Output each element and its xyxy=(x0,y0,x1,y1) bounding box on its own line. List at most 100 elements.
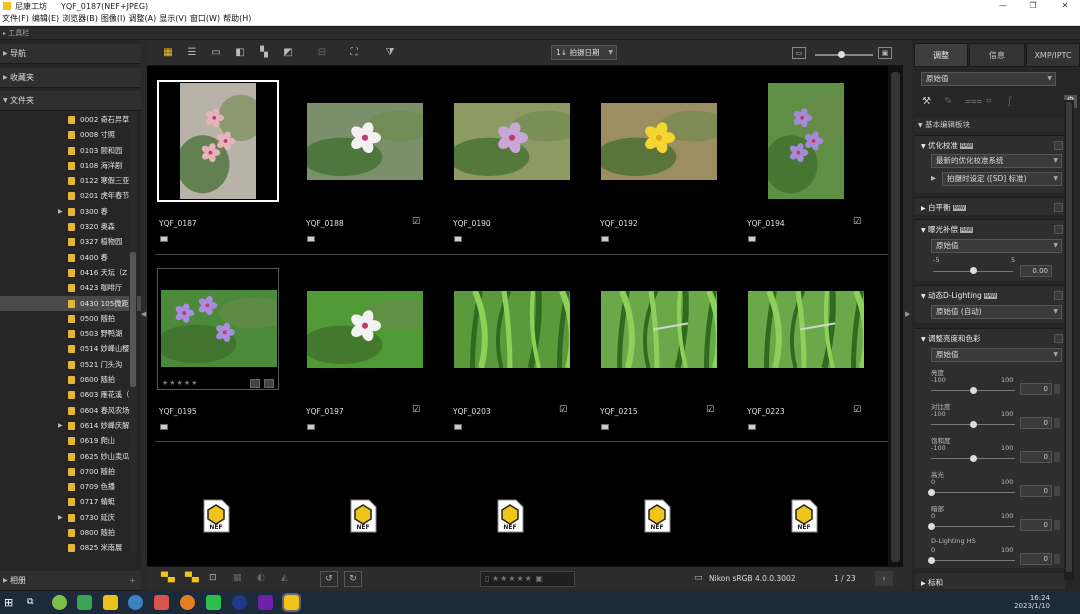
compare-layout-icon[interactable]: ⊟ xyxy=(315,46,329,60)
stepper-icon[interactable] xyxy=(1054,520,1060,530)
label-icon[interactable] xyxy=(264,379,274,388)
white-balance-checkbox[interactable] xyxy=(1054,203,1063,212)
scroll-thumb[interactable] xyxy=(1066,102,1072,572)
folder-item[interactable]: 0604 春风农场 xyxy=(0,403,141,418)
nef-file-icon[interactable]: NEF xyxy=(643,499,671,533)
folder-item[interactable]: ▶ 0730 延庆 xyxy=(0,510,141,525)
rating-stars[interactable]: ★★★★★ xyxy=(492,574,533,583)
menu-view[interactable]: 显示(V) xyxy=(159,13,187,24)
close-button[interactable]: ✕ xyxy=(1050,0,1080,12)
expand-icon[interactable]: ▶ xyxy=(58,510,63,525)
maximize-button[interactable]: ❐ xyxy=(1018,0,1048,12)
app-icon-2[interactable] xyxy=(77,595,92,610)
thumbnail-frame[interactable] xyxy=(451,80,573,202)
folder-app-icon[interactable] xyxy=(103,595,118,610)
right-splitter[interactable]: ▶ xyxy=(903,40,912,591)
stepper-icon[interactable] xyxy=(1054,384,1060,394)
folder-item[interactable]: 0400 春 xyxy=(0,250,141,265)
app-icon-5[interactable] xyxy=(258,595,273,610)
exposure-number[interactable]: 0.00 xyxy=(1020,265,1052,277)
thumbnail-cell[interactable]: YQF_0197 ☑ xyxy=(304,268,426,430)
single-view-icon[interactable]: ▭ xyxy=(209,46,223,60)
collapse-left-icon[interactable]: ◀ xyxy=(141,310,146,318)
rotate-left-icon[interactable]: ↺ xyxy=(320,571,338,587)
thumbnail-cell[interactable]: YQF_0188 ☑ xyxy=(304,80,426,242)
nef-file-icon[interactable]: NEF xyxy=(790,499,818,533)
stepper-icon[interactable] xyxy=(1054,418,1060,428)
tab-adjust[interactable]: 调整 xyxy=(914,43,968,67)
thumbnail-cell[interactable]: YQF_0194 ☑ xyxy=(745,80,867,242)
stack-icon[interactable] xyxy=(454,424,462,430)
tone-slider-number[interactable]: 0 xyxy=(1020,553,1052,565)
exposure-checkbox[interactable] xyxy=(1054,225,1063,234)
photo[interactable] xyxy=(307,290,423,368)
folder-item[interactable]: 0122 寒假三亚 xyxy=(0,173,141,188)
next-page-button[interactable]: › xyxy=(875,571,893,586)
app-icon-3[interactable] xyxy=(154,595,169,610)
tone-checkbox[interactable] xyxy=(1054,334,1063,343)
folder-item[interactable]: 0002 奇石异草 xyxy=(0,112,141,127)
collapse-right-icon[interactable]: ▶ xyxy=(905,310,910,318)
next-section-header[interactable]: ▶ 标和 xyxy=(921,577,943,588)
folder-item[interactable]: 0603 雁花溪（ xyxy=(0,387,141,402)
wechat-icon[interactable] xyxy=(206,595,221,610)
basic-section-header[interactable]: ▼ 基本编辑板块 xyxy=(915,118,1065,132)
browser-icon[interactable] xyxy=(128,595,143,610)
folder-item[interactable]: 0503 野鸭湖 xyxy=(0,326,141,341)
photo[interactable] xyxy=(454,102,570,180)
filmstrip-view-icon[interactable]: ◧ xyxy=(233,46,247,60)
nx-studio-icon[interactable] xyxy=(282,593,301,612)
menu-edit[interactable]: 编辑(E) xyxy=(32,13,59,24)
white-balance-header[interactable]: ▶ 白平衡 RAW xyxy=(921,202,966,213)
preset-select[interactable]: 原始值 ▼ xyxy=(921,72,1056,86)
thumbnail-cell[interactable]: ★★★★★ YQF_0195 xyxy=(157,268,279,430)
rating-control[interactable]: ▯ ★★★★★ ▣ xyxy=(480,571,575,587)
thumbnail-grid-icon[interactable]: ▦ xyxy=(161,46,175,60)
scroll-thumb[interactable] xyxy=(891,72,900,562)
favorites-header[interactable]: ▶ 收藏夹 xyxy=(0,68,141,88)
tone-slider-number[interactable]: 0 xyxy=(1020,383,1052,395)
picture-control-checkbox[interactable] xyxy=(1054,141,1063,150)
tone-slider-number[interactable]: 0 xyxy=(1020,417,1052,429)
photo[interactable] xyxy=(601,102,717,180)
exposure-header[interactable]: ▼ 曝光补偿 RAW xyxy=(921,224,974,235)
thumbnail-frame[interactable]: ★★★★★ xyxy=(157,268,279,390)
thumbnail-frame[interactable] xyxy=(598,80,720,202)
adl-checkbox[interactable] xyxy=(1054,291,1063,300)
sort-select[interactable]: 1↓ 拍摄日期 ▼ xyxy=(551,45,617,60)
stepper-icon[interactable] xyxy=(1054,486,1060,496)
folder-item[interactable]: 0514 妙峰山樱 xyxy=(0,341,141,356)
adjust-tool-icon[interactable]: ⚒ xyxy=(922,96,931,107)
folder-item[interactable]: 0717 蜻蜓 xyxy=(0,494,141,509)
label-color-set-icon[interactable]: ▀▄ xyxy=(185,573,199,583)
nef-file-icon[interactable]: NEF xyxy=(202,499,230,533)
tab-info[interactable]: 信息 xyxy=(969,43,1025,67)
thumbnail-frame[interactable] xyxy=(304,268,426,390)
minimize-button[interactable]: — xyxy=(988,0,1018,12)
folder-item[interactable]: 0709 色播 xyxy=(0,479,141,494)
thumbnail-cell[interactable]: YQF_0192 xyxy=(598,80,720,242)
menu-file[interactable]: 文件(F) xyxy=(2,13,29,24)
straighten-icon[interactable]: ⩶ xyxy=(965,96,982,107)
firefox-icon[interactable] xyxy=(180,595,195,610)
color-profile[interactable]: Nikon sRGB 4.0.0.3002 xyxy=(709,574,796,583)
nav-header[interactable]: ▶ 导航 xyxy=(0,44,141,64)
tone-slider-number[interactable]: 0 xyxy=(1020,485,1052,497)
photo[interactable] xyxy=(180,83,256,199)
stack-icon[interactable] xyxy=(601,236,609,242)
nef-file-icon[interactable]: NEF xyxy=(496,499,524,533)
folder-item[interactable]: ▶ 0614 妙峰庆解 xyxy=(0,418,141,433)
thumbnail-cell[interactable]: YQF_0223 ☑ xyxy=(745,268,867,430)
toolbar-row[interactable]: ▸ 工具栏 xyxy=(0,27,1080,39)
histogram-icon[interactable]: ◭ xyxy=(281,573,288,583)
folder-item[interactable]: 0327 植物园 xyxy=(0,234,141,249)
tone-slider-track[interactable] xyxy=(931,492,1015,493)
exposure-slider-knob[interactable] xyxy=(970,267,977,274)
larger-thumbnails-icon[interactable]: ▣ xyxy=(878,47,892,59)
rotate-right-icon[interactable]: ↻ xyxy=(344,571,362,587)
photo[interactable] xyxy=(768,83,844,199)
next-section[interactable]: ▶ 标和 xyxy=(915,573,1065,589)
frame-icon[interactable]: ⊡ xyxy=(209,573,217,583)
picture-control-header[interactable]: ▼ 优化校准 RAW xyxy=(921,140,974,151)
photo[interactable] xyxy=(454,290,570,368)
